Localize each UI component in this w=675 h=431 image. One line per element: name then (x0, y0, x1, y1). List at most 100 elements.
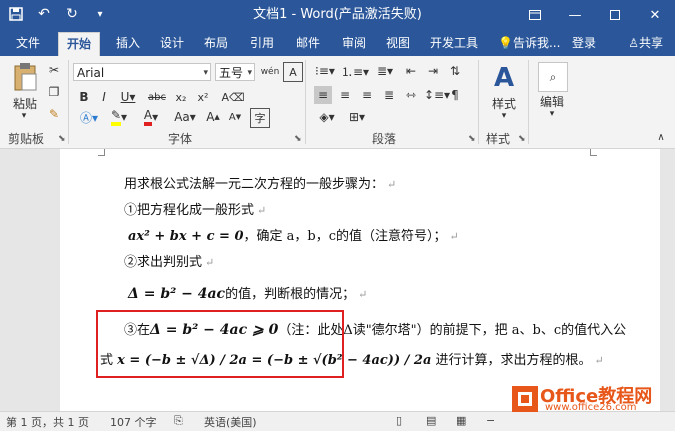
italic-icon[interactable]: I (96, 88, 112, 106)
font-group-label: 字体 (168, 132, 193, 146)
margin-mark (98, 149, 105, 156)
borders-icon[interactable]: ⊞▾ (344, 108, 370, 126)
zoom-out-icon[interactable]: − (486, 414, 495, 427)
doc-line-2: ①把方程化成一般形式 ↵ (124, 203, 267, 218)
title-bar: ↶ ↻ ▾ 文档1 - Word(产品激活失败) — ✕ (0, 0, 675, 30)
print-layout-icon[interactable]: ▤ (426, 414, 436, 427)
copy-icon[interactable]: ❐ (46, 84, 62, 100)
text-effects-icon[interactable]: Ⓐ▾ (76, 108, 102, 126)
separator (478, 60, 479, 144)
separator (528, 60, 529, 144)
separator (68, 60, 69, 144)
distributed-icon[interactable]: ⇿ (402, 86, 420, 104)
grow-font-icon[interactable]: A ▲ (204, 108, 222, 126)
read-mode-icon[interactable]: ▯ (396, 414, 402, 427)
tab-layout[interactable]: 布局 (202, 30, 230, 56)
equation: Δ = b² − 4ac (128, 286, 226, 302)
chevron-down-icon: ▾ (247, 68, 252, 78)
editing-dropdown-icon[interactable]: ▾ (544, 108, 560, 120)
margin-mark (590, 149, 597, 156)
watermark-url: www.office26.com (545, 402, 637, 413)
paste-button[interactable]: 粘贴 (8, 96, 42, 111)
tab-review[interactable]: 审阅 (340, 30, 368, 56)
superscript-icon[interactable]: x² (194, 88, 212, 106)
shading-icon[interactable]: ◈▾ (314, 108, 340, 126)
align-left-icon[interactable]: ≡ (314, 86, 332, 104)
subscript-icon[interactable]: x₂ (172, 88, 190, 106)
align-center-icon[interactable]: ≡ (336, 86, 354, 104)
styles-icon[interactable]: A (488, 62, 520, 94)
font-size-combo[interactable]: 五号 ▾ (215, 63, 255, 81)
enclose-characters-icon[interactable]: 字 (250, 108, 270, 128)
highlight-icon[interactable]: ✎ ▾ (106, 108, 132, 126)
styles-launcher-icon[interactable]: ⬊ (518, 134, 526, 144)
ribbon-tabs: 文件 开始 插入 设计 布局 引用 邮件 审阅 视图 开发工具 💡告诉我... … (0, 30, 675, 57)
bold-icon[interactable]: B (76, 88, 92, 106)
separator (305, 60, 306, 144)
share-button[interactable]: ♙共享 (622, 33, 669, 53)
doc-line-4: ②求出判别式 ↵ (124, 255, 215, 270)
close-icon[interactable]: ✕ (635, 0, 675, 30)
paste-icon[interactable] (8, 60, 42, 94)
equation: ax² + bx + c = 0 (128, 229, 244, 244)
word-count[interactable]: 107 个字 (110, 414, 157, 430)
change-case-icon[interactable]: Aa▾ (170, 108, 200, 126)
font-launcher-icon[interactable]: ⬊ (294, 134, 302, 144)
tab-mailings[interactable]: 邮件 (294, 30, 322, 56)
bullets-icon[interactable]: ⁝≡▾ (312, 62, 338, 80)
paragraph-launcher-icon[interactable]: ⬊ (468, 134, 476, 144)
increase-indent-icon[interactable]: ⇥ (424, 62, 442, 80)
login-link[interactable]: 登录 (570, 30, 598, 56)
doc-line-5: Δ = b² − 4ac的值，判断根的情况； ↵ (128, 286, 368, 302)
doc-line-3: ax² + bx + c = 0，确定 a，b，c的值（注意符号）； ↵ (128, 229, 459, 244)
phonetic-guide-icon[interactable]: wén (260, 62, 280, 82)
styles-dropdown-icon[interactable]: ▾ (496, 110, 512, 122)
collapse-ribbon-icon[interactable]: ∧ (654, 130, 668, 144)
underline-icon[interactable]: U▾ (116, 88, 140, 106)
document-area: 用求根公式法解一元二次方程的一般步骤为： ↵ ①把方程化成一般形式 ↵ ax² + … (0, 149, 675, 411)
search-icon[interactable]: ⌕ (538, 62, 568, 92)
font-name-combo[interactable]: Arial ▾ (73, 63, 211, 81)
tell-me-box[interactable]: 💡告诉我... (496, 30, 562, 56)
proofing-icon[interactable]: ⎘ (174, 414, 183, 428)
shrink-font-icon[interactable]: A ▼ (226, 108, 244, 126)
ribbon-home: 粘贴 ▾ ✂ ❐ ✎ 剪贴板 ⬊ Arial ▾ 五号 ▾ wén A B I U▾… (0, 56, 675, 149)
maximize-icon[interactable] (595, 0, 635, 30)
chevron-down-icon: ▾ (203, 68, 208, 78)
clear-formatting-icon[interactable]: A⌫ (218, 88, 248, 106)
tab-developer[interactable]: 开发工具 (428, 30, 480, 56)
highlight-box (96, 310, 344, 378)
styles-group-label: 样式 (486, 132, 511, 146)
justify-icon[interactable]: ≣ (380, 86, 398, 104)
font-color-icon[interactable]: A ▾ (138, 108, 164, 126)
tab-insert[interactable]: 插入 (114, 30, 142, 56)
character-border-icon[interactable]: A (283, 62, 303, 82)
tab-references[interactable]: 引用 (248, 30, 276, 56)
doc-line-1: 用求根公式法解一元二次方程的一般步骤为： ↵ (124, 177, 397, 192)
paste-dropdown-icon[interactable]: ▾ (14, 110, 34, 122)
editing-button[interactable]: 编辑 (534, 94, 570, 109)
clipboard-launcher-icon[interactable]: ⬊ (58, 134, 66, 144)
paragraph-group-label: 段落 (372, 132, 397, 146)
numbering-icon[interactable]: ⒈≡▾ (341, 62, 369, 80)
page-count[interactable]: 第 1 页，共 1 页 (6, 414, 89, 430)
styles-button[interactable]: 样式 (484, 96, 524, 111)
format-painter-icon[interactable]: ✎ (46, 106, 62, 122)
lightbulb-icon: 💡 (498, 36, 513, 50)
tab-design[interactable]: 设计 (158, 30, 186, 56)
decrease-indent-icon[interactable]: ⇤ (402, 62, 420, 80)
tab-view[interactable]: 视图 (384, 30, 412, 56)
tab-home[interactable]: 开始 (58, 32, 101, 57)
language-indicator[interactable]: 英语(美国) (204, 414, 257, 430)
multilevel-list-icon[interactable]: ≣▾ (372, 62, 398, 80)
align-right-icon[interactable]: ≡ (358, 86, 376, 104)
web-layout-icon[interactable]: ▦ (456, 414, 466, 427)
ribbon-display-icon[interactable] (515, 0, 555, 30)
tab-file[interactable]: 文件 (14, 30, 42, 56)
show-marks-icon[interactable]: ¶ (446, 86, 464, 104)
strikethrough-icon[interactable]: abc (146, 88, 168, 106)
minimize-icon[interactable]: — (555, 0, 595, 30)
cut-icon[interactable]: ✂ (46, 62, 62, 78)
sort-icon[interactable]: ⇅ (446, 62, 464, 80)
clipboard-group-label: 剪贴板 (8, 132, 45, 146)
